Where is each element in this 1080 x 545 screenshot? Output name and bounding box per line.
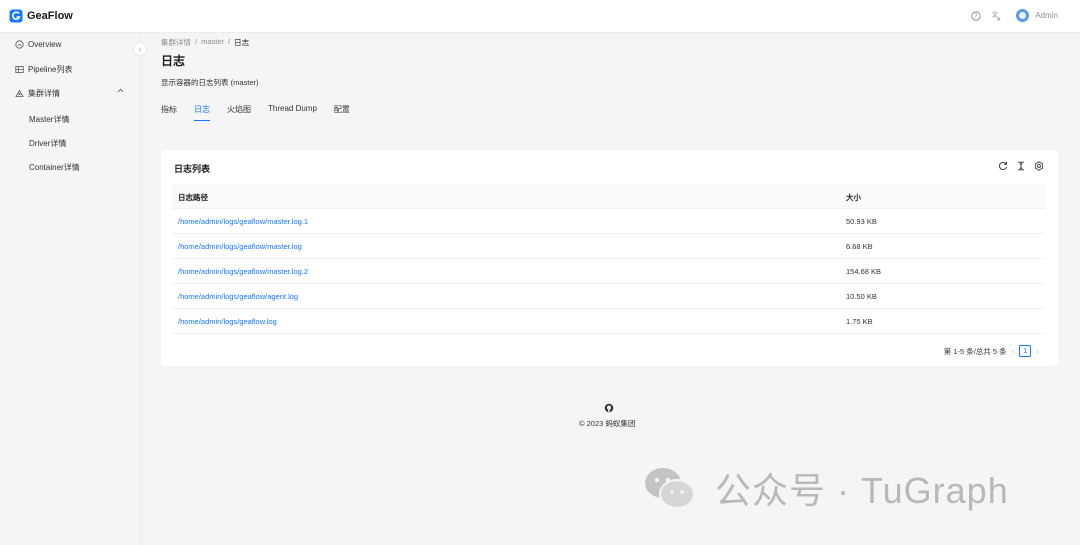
reload-icon[interactable] <box>998 161 1008 171</box>
column-height-icon[interactable] <box>1016 161 1026 171</box>
sidebar-item-label: 集群详情 <box>28 89 60 98</box>
prev-page-icon[interactable]: ‹ <box>1012 347 1015 356</box>
log-size: 50.93 KB <box>846 217 877 226</box>
settings-icon[interactable] <box>1034 161 1044 171</box>
log-path-link[interactable]: /home/admin/logs/geaflow/agent.log <box>178 292 298 301</box>
brand-name: GeaFlow <box>27 10 73 22</box>
log-size: 10.50 KB <box>846 292 877 301</box>
table-row: /home/admin/logs/geaflow/master.log 6.68… <box>172 234 1045 259</box>
github-icon[interactable] <box>604 403 614 413</box>
sidebar-sub-driver[interactable]: Driver详情 <box>29 138 66 149</box>
tab-thread-dump[interactable]: Thread Dump <box>268 104 317 121</box>
tab-bar: 指标 日志 火焰图 Thread Dump 配置 <box>161 104 367 121</box>
watermark-text: 公众号 · TuGraph <box>715 470 1009 511</box>
svg-text:A: A <box>997 17 1001 21</box>
log-size: 6.68 KB <box>846 242 873 251</box>
question-circle-icon[interactable]: ? <box>971 10 981 21</box>
log-size: 1.75 KB <box>846 317 873 326</box>
log-list-card: 日志列表 日志路径 大小 /home/admin/logs/geaflow/ma… <box>161 150 1058 366</box>
log-path-link[interactable]: /home/admin/logs/geaflow/master.log.1 <box>178 217 308 226</box>
page-title: 日志 <box>161 54 186 68</box>
page-number-button[interactable]: 1 <box>1019 345 1032 357</box>
tab-config[interactable]: 配置 <box>334 104 350 121</box>
cluster-icon <box>15 89 24 98</box>
log-path-link[interactable]: /home/admin/logs/geaflow/master.log.2 <box>178 267 308 276</box>
user-name[interactable]: Admin <box>1035 11 1058 20</box>
sidebar-item-label: Pipeline列表 <box>28 65 73 74</box>
translate-icon[interactable]: 文A <box>992 11 1002 21</box>
breadcrumb-item-cluster[interactable]: 集群详情 <box>161 37 191 48</box>
sidebar-item-pipeline[interactable]: Pipeline列表 <box>15 64 72 75</box>
card-title: 日志列表 <box>174 164 211 174</box>
column-header-size: 大小 <box>846 193 861 202</box>
brand-logo[interactable]: GeaFlow <box>9 9 73 23</box>
table-row: /home/admin/logs/geaflow/master.log.1 50… <box>172 209 1045 234</box>
tab-flamegraph[interactable]: 火焰图 <box>227 104 251 121</box>
pagination: 第 1-5 条/总共 5 条 ‹ 1 › <box>944 345 1044 357</box>
page-description: 显示容器的日志列表 (master) <box>161 78 259 87</box>
sidebar-sub-master[interactable]: Master详情 <box>29 114 69 125</box>
breadcrumb-item-master[interactable]: master <box>201 37 224 48</box>
tab-logs[interactable]: 日志 <box>194 104 210 121</box>
geaflow-logo-icon <box>9 9 23 23</box>
footer-copyright: © 2023 蚂蚁集团 <box>579 419 636 428</box>
wechat-icon <box>645 468 695 509</box>
table-row: /home/admin/logs/geaflow/agent.log 10.50… <box>172 284 1045 309</box>
sidebar-sub-container[interactable]: Container详情 <box>29 162 80 173</box>
table-row: /home/admin/logs/geaflow/master.log.2 15… <box>172 259 1045 284</box>
next-page-icon[interactable]: › <box>1036 347 1039 356</box>
svg-text:?: ? <box>975 13 978 20</box>
pagination-summary: 第 1-5 条/总共 5 条 <box>943 346 1007 356</box>
dashboard-icon <box>15 40 24 49</box>
chevron-up-icon[interactable] <box>117 88 124 95</box>
column-header-path: 日志路径 <box>178 193 208 202</box>
breadcrumb: 集群详情 / master / 日志 <box>161 37 253 48</box>
sidebar-item-cluster[interactable]: 集群详情 <box>15 88 60 99</box>
breadcrumb-separator: / <box>228 37 231 46</box>
breadcrumb-separator: / <box>195 37 198 46</box>
avatar[interactable] <box>1016 9 1030 22</box>
collapse-sidebar-button[interactable]: ‹ <box>133 42 147 56</box>
log-path-link[interactable]: /home/admin/logs/geaflow/master.log <box>178 242 302 251</box>
sidebar-item-label: Overview <box>28 40 62 49</box>
table-row: /home/admin/logs/geaflow.log 1.75 KB <box>172 309 1045 334</box>
log-path-link[interactable]: /home/admin/logs/geaflow.log <box>178 317 277 326</box>
breadcrumb-item-current: 日志 <box>234 38 250 47</box>
sidebar-item-overview[interactable]: Overview <box>15 40 61 49</box>
top-header: GeaFlow ? 文A Admin <box>0 0 1080 33</box>
log-size: 154.68 KB <box>846 267 882 276</box>
tab-metrics[interactable]: 指标 <box>161 104 177 121</box>
table-icon <box>15 65 24 74</box>
sidebar: ‹ Overview Pipeline列表 集群详情 Master详情 Driv… <box>0 33 147 545</box>
table-header: 日志路径 大小 <box>172 184 1045 209</box>
watermark: 公众号 · TuGraph <box>643 462 1009 514</box>
